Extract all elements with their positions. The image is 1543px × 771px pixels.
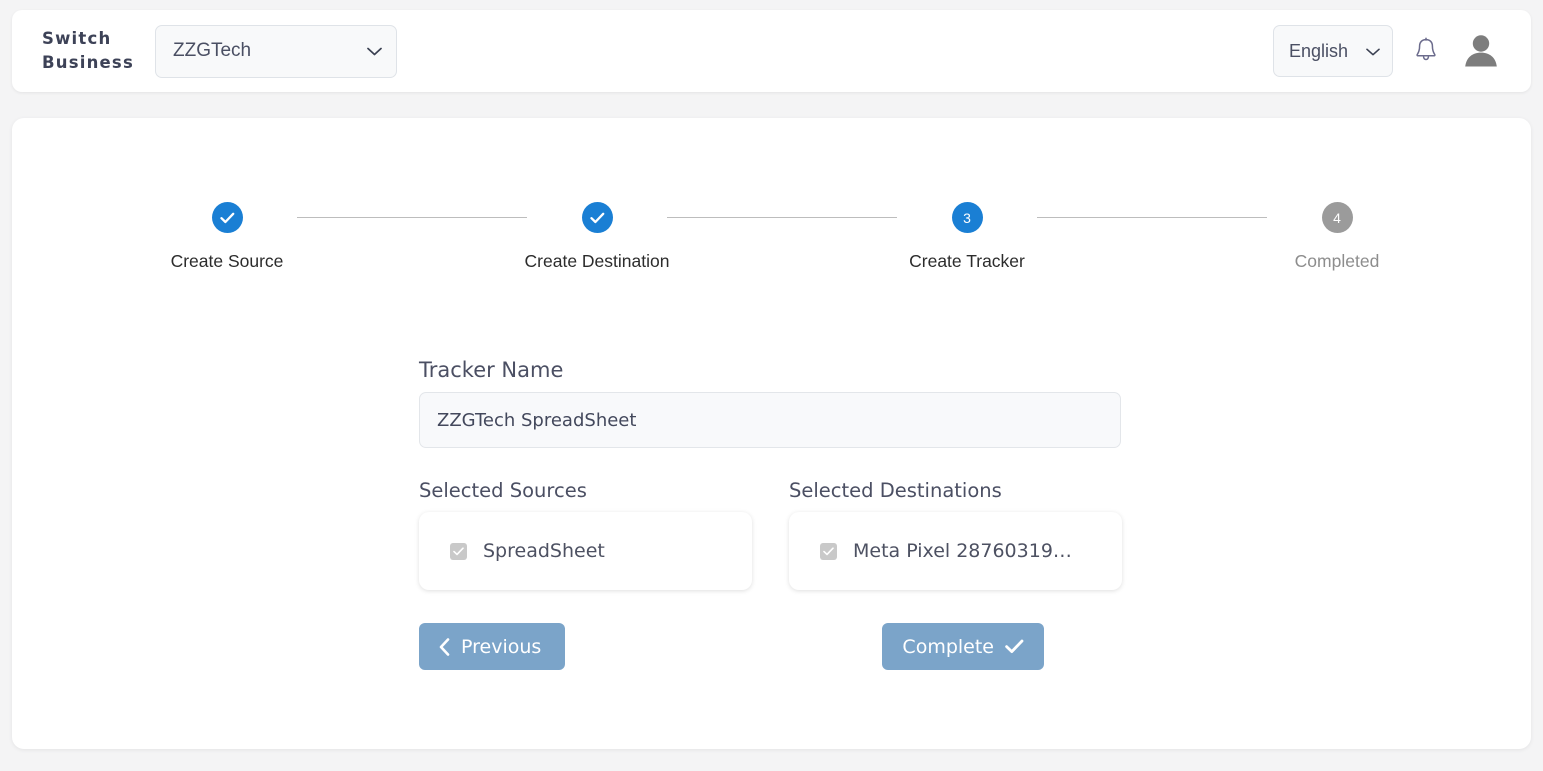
stepper-label-3: Create Tracker (909, 251, 1025, 271)
stepper-step-completed[interactable]: 4 Completed (1267, 202, 1407, 272)
stepper-step-create-destination[interactable]: Create Destination (524, 202, 670, 272)
notifications-button[interactable] (1409, 32, 1443, 70)
previous-button-label: Previous (461, 635, 542, 658)
tracker-name-input[interactable] (419, 392, 1121, 448)
tracker-name-label: Tracker Name (419, 358, 564, 382)
step-bubble-4[interactable]: 4 (1321, 202, 1353, 233)
tracker-form: Tracker Name Selected Sources SpreadShee… (419, 358, 1139, 670)
bell-icon (1414, 36, 1438, 66)
check-icon (589, 212, 604, 223)
avatar-icon (1461, 30, 1501, 73)
stepper-connector-2 (667, 217, 897, 218)
previous-button[interactable]: Previous (419, 623, 566, 670)
step-bubble-1[interactable] (211, 202, 243, 233)
destination-item-label: Meta Pixel 28760319… (853, 540, 1072, 562)
main-content-card: Create Source Create Destination 3 Creat… (12, 118, 1531, 749)
account-button[interactable] (1459, 29, 1503, 73)
business-select[interactable]: ZZGTech (155, 24, 397, 78)
business-select-value: ZZGTech (173, 40, 252, 61)
switch-business-label: Switch Business (42, 29, 134, 72)
language-select[interactable]: English (1273, 25, 1393, 77)
complete-button-label: Complete (902, 635, 994, 658)
destination-checkbox[interactable] (820, 542, 837, 560)
selected-destinations-column: Selected Destinations Meta Pixel 2876031… (789, 479, 1122, 590)
selected-destinations-card: Meta Pixel 28760319… (789, 512, 1122, 590)
complete-button[interactable]: Complete (882, 623, 1044, 670)
wizard-button-row: Previous Complete (419, 623, 1121, 670)
stepper-label-1: Create Source (170, 251, 284, 271)
check-icon (823, 546, 834, 555)
stepper-connector-3 (1037, 217, 1267, 218)
step-bubble-2[interactable] (581, 202, 613, 233)
check-icon (1005, 639, 1024, 654)
source-checkbox[interactable] (450, 542, 467, 560)
chevron-left-icon (439, 637, 450, 656)
stepper-track: Create Source Create Destination 3 Creat… (157, 202, 1407, 272)
chevron-down-icon (367, 44, 382, 58)
stepper-step-create-tracker[interactable]: 3 Create Tracker (897, 202, 1037, 272)
check-icon (219, 212, 234, 223)
wizard-stepper: Create Source Create Destination 3 Creat… (157, 202, 1407, 302)
selection-columns: Selected Sources SpreadSheet Selected De… (419, 479, 1139, 590)
stepper-connector-1 (297, 217, 527, 218)
selected-sources-column: Selected Sources SpreadSheet (419, 479, 752, 590)
stepper-label-2: Create Destination (524, 251, 670, 271)
top-header-bar: Switch Business ZZGTech English (12, 10, 1531, 92)
header-actions: English (1273, 25, 1503, 77)
chevron-down-icon (1366, 45, 1380, 58)
step-bubble-3[interactable]: 3 (951, 202, 983, 233)
check-icon (453, 546, 464, 555)
selected-destinations-label: Selected Destinations (789, 479, 1002, 502)
stepper-label-4: Completed (1294, 251, 1380, 271)
stepper-step-create-source[interactable]: Create Source (157, 202, 297, 272)
selected-sources-card: SpreadSheet (419, 512, 752, 590)
selected-sources-label: Selected Sources (419, 479, 587, 502)
language-select-value: English (1289, 40, 1349, 61)
source-item-label: SpreadSheet (483, 540, 605, 562)
